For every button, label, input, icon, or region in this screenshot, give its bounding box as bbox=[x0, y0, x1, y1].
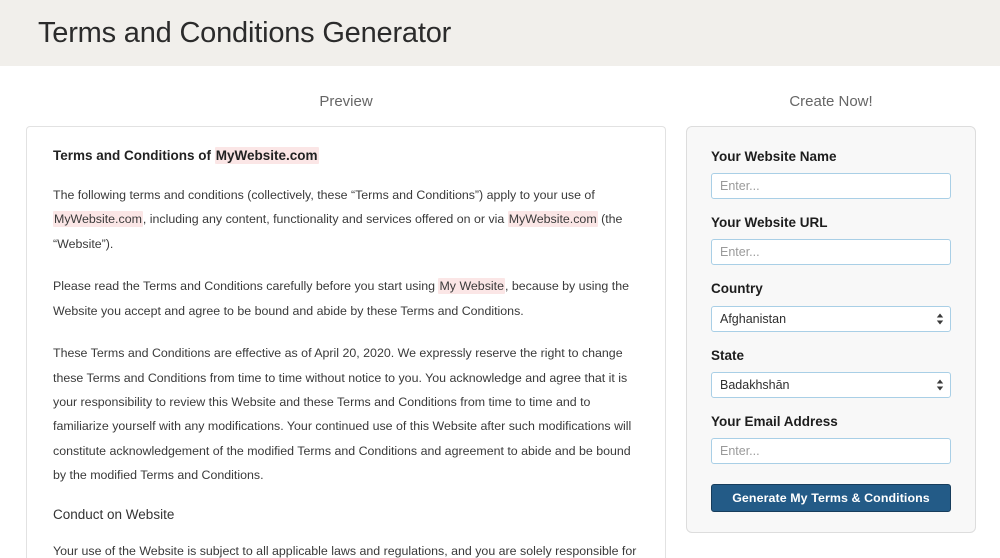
main-content: Preview Terms and Conditions of MyWebsit… bbox=[0, 66, 1000, 558]
document-paragraph: Your use of the Website is subject to al… bbox=[53, 539, 639, 558]
select-value-country: Afghanistan bbox=[720, 311, 787, 326]
preview-paragraph-list: The following terms and conditions (coll… bbox=[53, 183, 639, 488]
highlighted-placeholder: MyWebsite.com bbox=[53, 211, 143, 228]
paragraph-text: Please read the Terms and Conditions car… bbox=[53, 279, 439, 294]
document-paragraph: Please read the Terms and Conditions car… bbox=[53, 274, 639, 323]
document-paragraph: These Terms and Conditions are effective… bbox=[53, 341, 639, 488]
preview-section-paragraph-list: Your use of the Website is subject to al… bbox=[53, 539, 639, 558]
highlighted-placeholder: My Website bbox=[438, 278, 505, 295]
section-heading-conduct: Conduct on Website bbox=[53, 506, 175, 522]
generate-terms-button[interactable]: Generate My Terms & Conditions bbox=[711, 483, 951, 512]
label-website-name: Your Website Name bbox=[711, 149, 837, 164]
document-paragraph: The following terms and conditions (coll… bbox=[53, 183, 639, 256]
paragraph-text: , including any content, functionality a… bbox=[142, 212, 508, 227]
create-column-title: Create Now! bbox=[789, 93, 873, 110]
form-field-email-address: Your Email Address bbox=[711, 414, 951, 464]
page-header: Terms and Conditions Generator bbox=[0, 0, 1000, 66]
paragraph-text: These Terms and Conditions are effective… bbox=[53, 346, 632, 483]
input-website-url[interactable] bbox=[711, 239, 951, 266]
select-value-state: Badakhshān bbox=[720, 377, 790, 392]
label-website-url: Your Website URL bbox=[711, 215, 828, 231]
form-field-website-url: Your Website URL bbox=[711, 215, 951, 266]
preview-column: Preview Terms and Conditions of MyWebsit… bbox=[26, 66, 666, 558]
preview-column-title: Preview bbox=[319, 93, 373, 110]
paragraph-text: Your use of the Website is subject to al… bbox=[53, 543, 637, 558]
select-state[interactable]: Badakhshān bbox=[711, 371, 951, 398]
document-title: Terms and Conditions of MyWebsite.com bbox=[53, 147, 639, 166]
document-title-site: MyWebsite.com bbox=[214, 147, 319, 164]
select-wrapper-state: Badakhshān bbox=[711, 371, 951, 398]
preview-document-panel: Terms and Conditions of MyWebsite.com Th… bbox=[26, 126, 666, 558]
highlighted-placeholder: MyWebsite.com bbox=[507, 211, 598, 228]
label-country: Country bbox=[711, 281, 763, 297]
input-email-address[interactable] bbox=[711, 437, 951, 464]
form-field-list: Your Website Name Your Website URL Country… bbox=[711, 149, 951, 464]
document-title-prefix: Terms and Conditions of bbox=[53, 148, 215, 163]
form-field-state: State Badakhshān bbox=[711, 348, 951, 398]
select-country[interactable]: Afghanistan bbox=[711, 305, 951, 332]
create-form-card: Your Website Name Your Website URL Country… bbox=[686, 126, 976, 533]
input-website-name[interactable] bbox=[711, 173, 951, 200]
create-column: Create Now! Your Website NameYour Websit… bbox=[686, 66, 976, 558]
form-field-country: Country Afghanistan bbox=[711, 281, 951, 332]
paragraph-text: The following terms and conditions (coll… bbox=[53, 187, 595, 202]
page-title: Terms and Conditions Generator bbox=[38, 16, 452, 49]
select-wrapper-country: Afghanistan bbox=[711, 305, 951, 332]
form-field-website-name: Your Website Name bbox=[711, 149, 951, 200]
label-email-address: Your Email Address bbox=[711, 413, 838, 429]
label-state: State bbox=[711, 347, 745, 363]
